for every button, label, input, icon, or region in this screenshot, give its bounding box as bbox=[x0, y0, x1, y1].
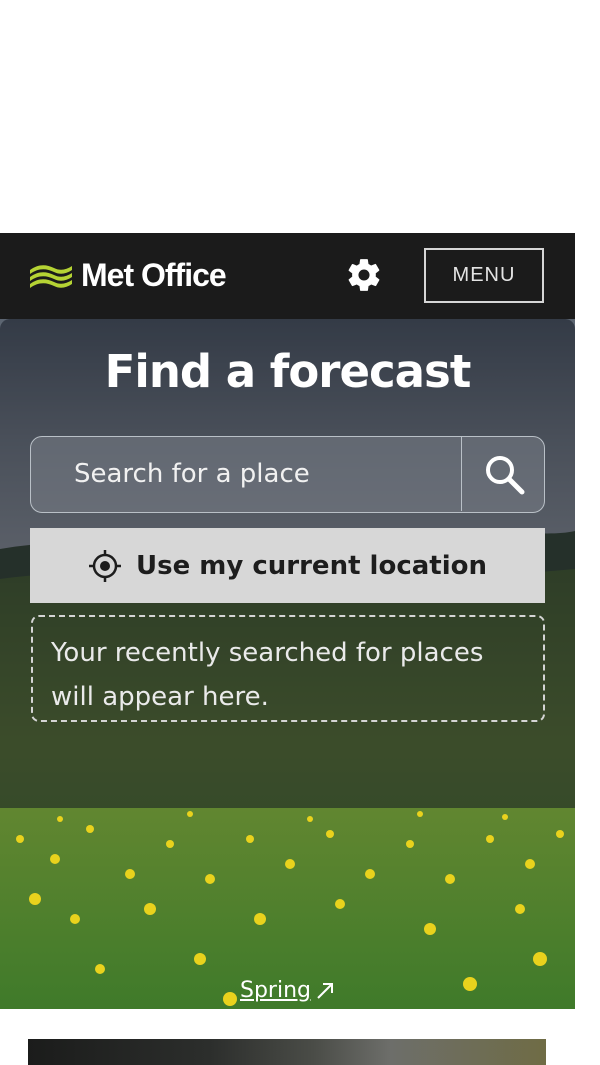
search-bar bbox=[30, 436, 545, 513]
met-office-waves-icon bbox=[30, 265, 72, 288]
settings-button[interactable] bbox=[345, 256, 383, 294]
use-current-location-label: Use my current location bbox=[136, 550, 487, 581]
image-caption-link[interactable]: Spring bbox=[240, 978, 335, 1003]
recent-searches-placeholder: Your recently searched for places will a… bbox=[31, 615, 545, 722]
external-link-icon bbox=[317, 982, 333, 999]
next-section-image bbox=[28, 1039, 546, 1065]
menu-button[interactable]: MENU bbox=[424, 248, 544, 303]
page-title: Find a forecast bbox=[104, 345, 472, 398]
logo[interactable]: Met Office bbox=[28, 255, 227, 295]
page: Met Office MENU Find a forecast Search f… bbox=[0, 0, 600, 1065]
use-current-location-button[interactable]: Use my current location bbox=[30, 528, 545, 603]
gear-icon bbox=[348, 259, 380, 291]
search-input[interactable] bbox=[31, 437, 461, 511]
logo-text: Met Office bbox=[81, 256, 227, 293]
crosshair-icon bbox=[89, 549, 121, 582]
image-caption-label: Spring bbox=[240, 978, 311, 1003]
search-icon bbox=[485, 456, 524, 495]
search-button[interactable] bbox=[461, 437, 544, 511]
